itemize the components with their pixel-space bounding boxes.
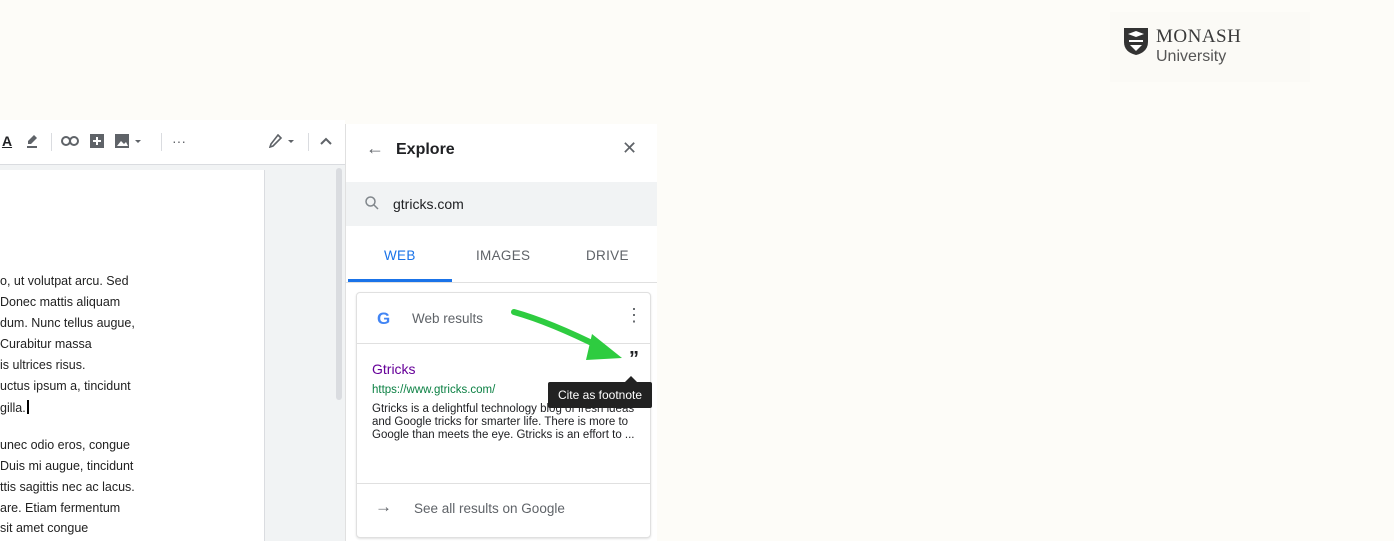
tab-drive[interactable]: DRIVE	[586, 248, 629, 263]
web-results-header: Web results	[412, 311, 484, 326]
insert-comment-icon[interactable]	[88, 132, 106, 150]
docs-toolbar: A ···	[0, 120, 345, 165]
close-icon[interactable]: ✕	[622, 138, 637, 159]
document-scrollbar[interactable]	[336, 168, 342, 400]
editing-mode-icon[interactable]	[268, 132, 298, 150]
document-page[interactable]: o, ut volutpat arcu. Sed Donec mattis al…	[0, 170, 265, 541]
explore-search-bar[interactable]: gtricks.com	[346, 182, 657, 226]
cite-tooltip: Cite as footnote	[548, 382, 652, 408]
doc-text-line: Donec mattis aliquam	[0, 295, 121, 309]
toolbar-divider	[51, 133, 52, 151]
google-g-icon: G	[377, 309, 391, 328]
doc-text-line: o, ut volutpat arcu. Sed	[0, 274, 129, 288]
doc-text-line: unec odio eros, congue	[0, 438, 130, 452]
logo-text-monash: MONASH	[1156, 26, 1242, 47]
doc-text-line-caret: gilla.	[0, 400, 29, 415]
search-icon	[365, 196, 379, 210]
text-color-icon[interactable]: A	[0, 132, 14, 150]
explore-tabs: WEB IMAGES DRIVE	[346, 234, 657, 283]
shield-icon	[1124, 28, 1148, 55]
back-arrow-icon[interactable]: ←	[366, 138, 384, 159]
docs-editor: A ··· o, ut volutpat arcu. Sed Donec mat…	[0, 120, 345, 541]
toolbar-divider	[308, 133, 309, 151]
doc-text-line: sit amet congue	[0, 521, 89, 535]
insert-image-icon[interactable]	[114, 132, 144, 150]
link-icon[interactable]	[60, 132, 80, 150]
arrow-right-icon: →	[375, 497, 392, 516]
logo-text-university: University	[1156, 48, 1227, 65]
more-options-icon[interactable]: ···	[168, 132, 190, 150]
explore-header: ← Explore ✕	[346, 124, 657, 178]
search-input[interactable]: gtricks.com	[393, 196, 464, 212]
result-title-link[interactable]: Gtricks	[372, 361, 416, 377]
doc-text-line: uctus ipsum a, tincidunt	[0, 379, 131, 393]
explore-title: Explore	[396, 141, 455, 158]
doc-text-line: are. Etiam fermentum	[0, 501, 121, 515]
doc-text-line: is ultrices risus.	[0, 358, 86, 372]
toolbar-divider	[161, 133, 162, 151]
doc-text-line: dum. Nunc tellus augue,	[0, 316, 135, 330]
result-snippet: Gtricks is a delightful technology blog …	[372, 403, 635, 441]
see-all-results-link[interactable]: See all results on Google	[414, 501, 565, 516]
chevron-up-icon[interactable]	[318, 132, 334, 150]
active-tab-indicator	[348, 279, 452, 282]
doc-text-line: ttis sagittis nec ac lacus.	[0, 480, 135, 494]
card-divider	[357, 483, 650, 484]
tab-web[interactable]: WEB	[384, 248, 416, 263]
result-url[interactable]: https://www.gtricks.com/	[372, 384, 495, 396]
doc-text-line: Curabitur massa	[0, 337, 92, 351]
highlight-icon[interactable]	[24, 132, 40, 150]
tab-images[interactable]: IMAGES	[476, 248, 530, 263]
doc-text-line: gilla.	[0, 401, 26, 415]
monash-logo: MONASH University	[1110, 12, 1310, 82]
text-cursor	[26, 400, 29, 414]
green-annotation-arrow-icon	[511, 309, 622, 360]
doc-text-line: Duis mi augue, tincidunt	[0, 459, 134, 473]
